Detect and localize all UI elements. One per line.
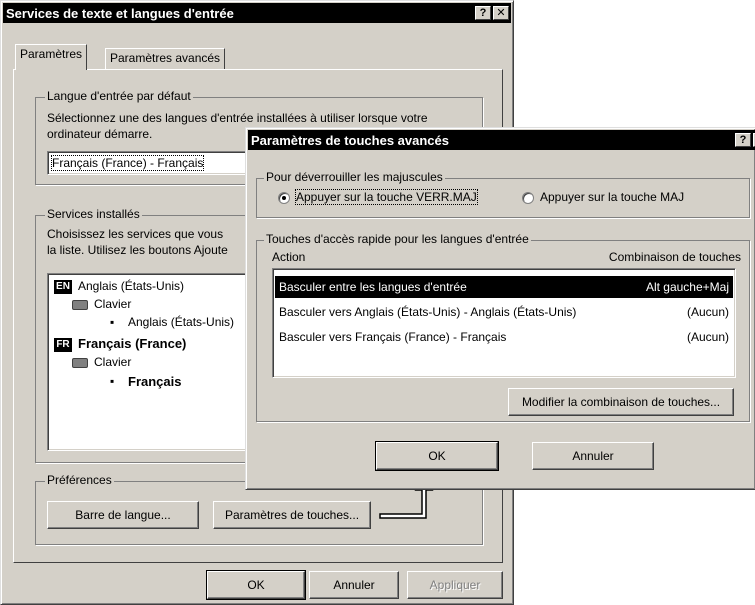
advanced-key-settings-dialog: Paramètres de touches avancés ? ✕ Pour d… — [245, 127, 755, 490]
table-row[interactable]: Basculer vers Anglais (États-Unis) - Ang… — [275, 301, 733, 323]
tree-item-en-layout[interactable]: Anglais (États-Unis) — [128, 315, 234, 329]
row-action: Basculer vers Français (France) - França… — [279, 330, 507, 344]
bullet-icon: ▪ — [110, 315, 115, 329]
tab-parametres-avances[interactable]: Paramètres avancés — [105, 48, 226, 70]
fr-language-badge: FR — [54, 338, 72, 352]
adv-cancel-button[interactable]: Annuler — [532, 442, 654, 470]
radio-shift[interactable] — [522, 192, 534, 204]
adv-title: Paramètres de touches avancés — [251, 132, 449, 148]
installed-desc-2: la liste. Utilisez les boutons Ajoute — [47, 243, 228, 257]
radio-caps-lock[interactable] — [278, 192, 290, 204]
tree-item-fr-keyboard[interactable]: Clavier — [94, 355, 131, 369]
help-button[interactable]: ? — [475, 6, 491, 20]
table-row[interactable]: Basculer vers Français (France) - França… — [275, 326, 733, 348]
row-action: Basculer entre les langues d'entrée — [279, 280, 467, 294]
apply-button[interactable]: Appliquer — [407, 571, 503, 599]
radio-shift-label[interactable]: Appuyer sur la touche MAJ — [540, 190, 684, 204]
key-settings-button[interactable]: Paramètres de touches... — [213, 501, 371, 529]
cancel-button[interactable]: Annuler — [309, 571, 399, 599]
column-header-combination: Combinaison de touches — [608, 250, 741, 264]
language-bar-button[interactable]: Barre de langue... — [47, 501, 199, 529]
ok-button[interactable]: OK — [206, 570, 306, 600]
main-title: Services de texte et langues d'entrée — [6, 5, 234, 21]
main-titlebar[interactable]: Services de texte et langues d'entrée ? … — [3, 3, 511, 23]
row-combo: (Aucun) — [686, 330, 729, 344]
en-language-badge: EN — [54, 280, 72, 294]
keyboard-icon — [72, 300, 88, 310]
row-combo: Alt gauche+Maj — [645, 280, 729, 294]
table-row[interactable]: Basculer entre les langues d'entrée Alt … — [275, 276, 733, 298]
change-key-sequence-button[interactable]: Modifier la combinaison de touches... — [508, 388, 734, 416]
default-language-label: Langue d'entrée par défaut — [45, 89, 193, 103]
preferences-label: Préférences — [45, 473, 114, 487]
installed-services-label: Services installés — [45, 207, 142, 221]
default-language-desc-1: Sélectionnez une des langues d'entrée in… — [47, 111, 428, 125]
hotkeys-list[interactable]: Basculer entre les langues d'entrée Alt … — [272, 268, 736, 378]
tree-item-en-keyboard[interactable]: Clavier — [94, 297, 131, 311]
tree-item-fr-layout[interactable]: Français — [128, 374, 181, 389]
caps-unlock-label: Pour déverrouiller les majuscules — [264, 170, 445, 184]
installed-desc-1: Choisissez les services que vous — [47, 227, 224, 241]
default-language-desc-2: ordinateur démarre. — [47, 127, 153, 141]
adv-help-button[interactable]: ? — [735, 133, 751, 147]
tab-parametres[interactable]: Paramètres — [15, 44, 88, 70]
row-action: Basculer vers Anglais (États-Unis) - Ang… — [279, 305, 577, 319]
column-header-action: Action — [272, 250, 306, 264]
hotkeys-label: Touches d'accès rapide pour les langues … — [264, 232, 531, 246]
adv-titlebar[interactable]: Paramètres de touches avancés ? ✕ — [248, 130, 755, 150]
adv-ok-button[interactable]: OK — [375, 441, 499, 471]
bullet-icon: ▪ — [110, 374, 115, 388]
close-button[interactable]: ✕ — [493, 6, 509, 20]
default-language-value: Français (France) - Français — [50, 155, 205, 171]
tree-item-en[interactable]: Anglais (États-Unis) — [78, 279, 184, 293]
row-combo: (Aucun) — [686, 305, 729, 319]
keyboard-icon — [72, 358, 88, 368]
radio-caps-lock-label[interactable]: Appuyer sur la touche VERR.MAJ — [295, 189, 478, 205]
tree-item-fr[interactable]: Français (France) — [78, 336, 186, 351]
